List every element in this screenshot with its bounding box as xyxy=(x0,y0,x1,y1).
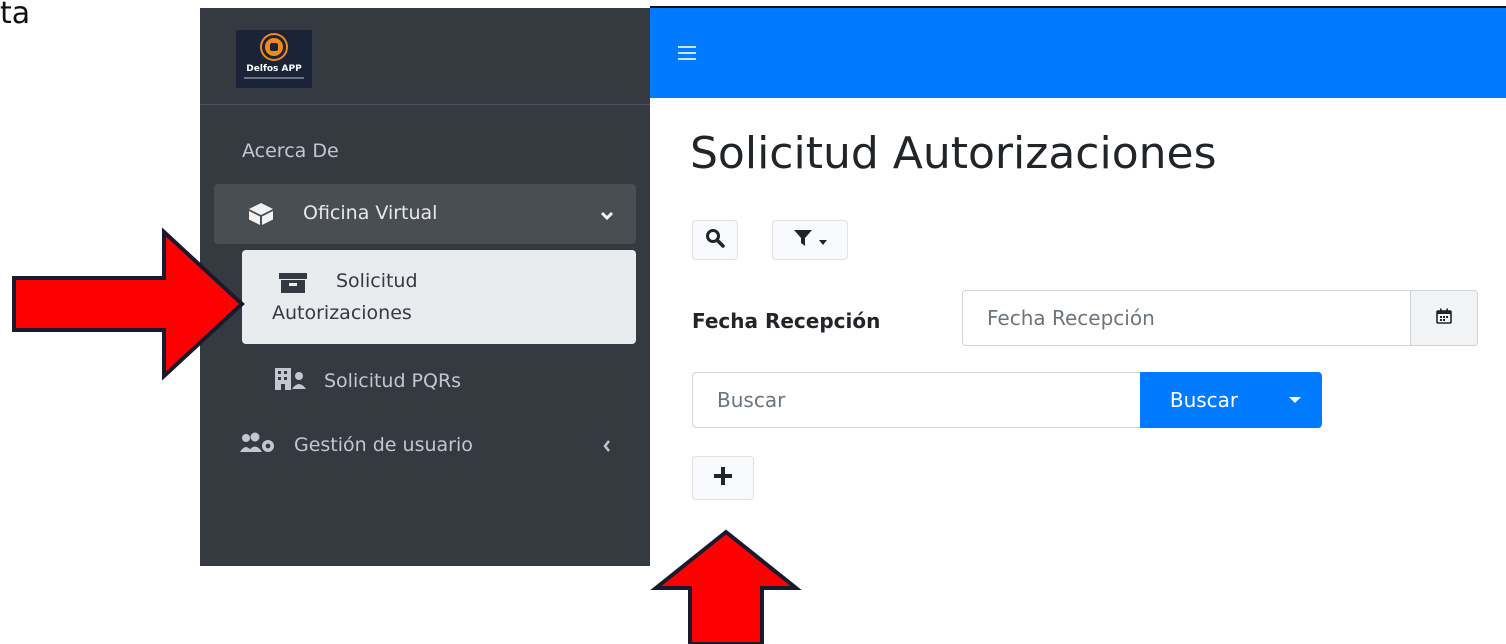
caret-down-icon xyxy=(1289,397,1301,403)
archive-icon xyxy=(278,272,308,299)
logo-mark xyxy=(262,35,286,59)
sidebar-item-label: Oficina Virtual xyxy=(303,202,438,224)
sidebar-item-acerca-de[interactable]: Acerca De xyxy=(242,140,339,162)
sidebar-item-gestion-usuario[interactable]: Gestión de usuario xyxy=(240,430,636,460)
sidebar-item-label: Autorizaciones xyxy=(272,302,412,324)
plus-icon xyxy=(713,466,733,490)
calendar-icon xyxy=(1436,308,1452,328)
search-input[interactable] xyxy=(692,372,1142,428)
date-field[interactable] xyxy=(962,290,1412,346)
sidebar-item-solicitud-pqrs[interactable]: Solicitud PQRs xyxy=(274,366,461,396)
search-dropdown-button[interactable] xyxy=(1268,372,1322,428)
filter-icon xyxy=(793,229,813,251)
sidebar: Delfos APP Acerca De Oficina Virtual Sol… xyxy=(200,8,650,566)
search-button[interactable]: Buscar xyxy=(1140,372,1268,428)
filter-dropdown-button[interactable] xyxy=(772,220,848,260)
search-icon xyxy=(705,228,725,252)
building-user-icon xyxy=(274,367,306,396)
chevron-down-icon xyxy=(600,204,614,226)
annotation-arrow-up xyxy=(650,529,802,644)
sidebar-item-label: Solicitud PQRs xyxy=(324,370,462,392)
sidebar-item-oficina-virtual[interactable]: Oficina Virtual xyxy=(214,184,636,244)
logo-title: Delfos APP xyxy=(246,64,302,74)
top-navbar xyxy=(650,8,1506,98)
chevron-left-icon xyxy=(602,436,612,458)
sidebar-item-label: Gestión de usuario xyxy=(294,434,473,456)
menu-icon[interactable] xyxy=(678,46,696,60)
chevron-down-icon xyxy=(819,231,827,250)
calendar-button[interactable] xyxy=(1410,290,1478,346)
brand-area[interactable]: Delfos APP xyxy=(200,8,650,105)
search-toggle-button[interactable] xyxy=(692,220,738,260)
page-title: Solicitud Autorizaciones xyxy=(690,128,1217,179)
users-cog-icon xyxy=(240,432,276,459)
logo-subtitle-line xyxy=(244,77,304,79)
sidebar-item-solicitud-autorizaciones[interactable]: Solicitud Autorizaciones xyxy=(242,250,636,344)
annotation-arrow-right xyxy=(12,227,245,381)
cropped-text: ta xyxy=(0,0,31,31)
sidebar-item-label: Solicitud xyxy=(336,270,418,292)
add-button[interactable] xyxy=(692,456,754,500)
app-logo[interactable]: Delfos APP xyxy=(236,30,312,88)
date-label: Fecha Recepción xyxy=(692,309,881,333)
